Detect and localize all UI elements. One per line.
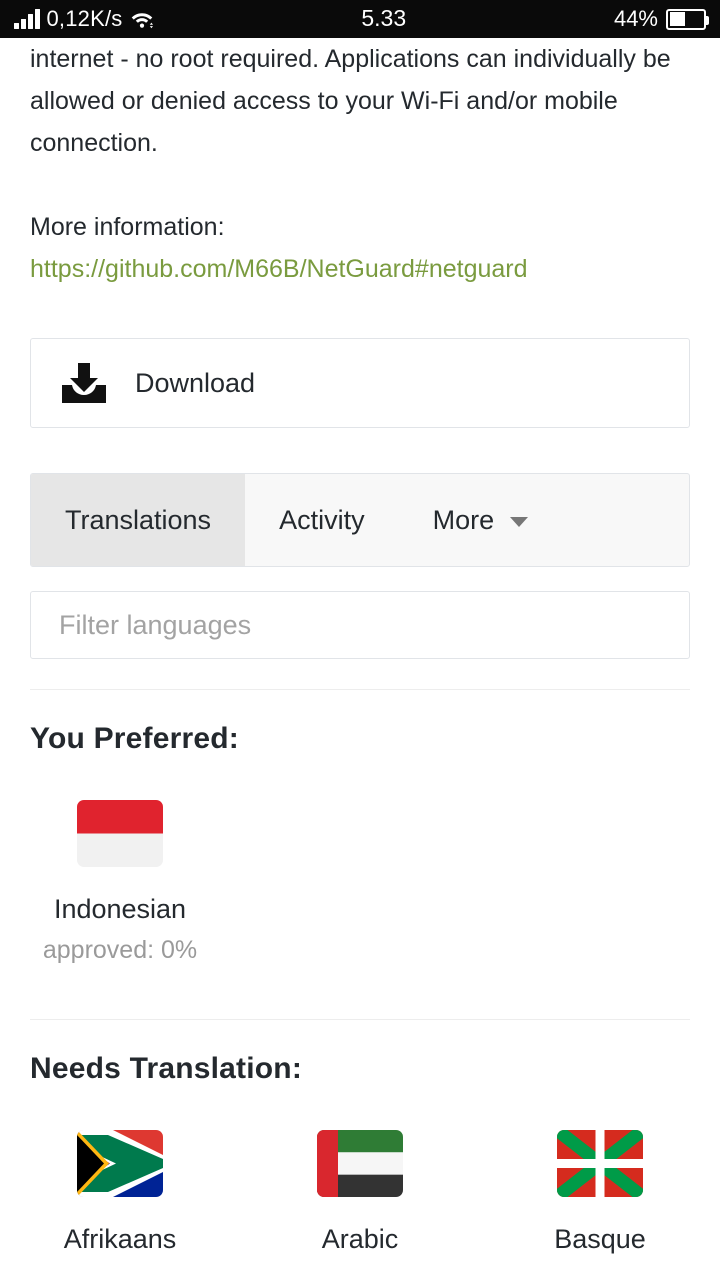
preferred-grid-filler-2	[480, 800, 720, 965]
tab-translations[interactable]: Translations	[31, 474, 246, 566]
battery-percent-label: 44%	[613, 6, 658, 31]
page-content: internet - no root required. Application…	[0, 38, 720, 1256]
description-paragraph: internet - no root required. Application…	[0, 38, 720, 164]
language-name: Indonesian	[53, 894, 187, 924]
needs-translation-section-title: Needs Translation:	[30, 1052, 303, 1086]
network-speed-label: 0,12K/s	[46, 6, 123, 31]
preferred-grid-filler-1	[240, 800, 480, 965]
language-item-basque[interactable]: Basque	[480, 1130, 720, 1255]
language-name: Basque	[554, 1224, 646, 1255]
language-item-arabic[interactable]: Arabic	[240, 1130, 480, 1255]
status-bar-left: 0,12K/s	[0, 8, 154, 30]
description-text: internet - no root required. Application…	[30, 45, 671, 157]
clock-label: 5.33	[361, 5, 407, 31]
signal-bars-icon	[14, 9, 40, 29]
filter-languages-input[interactable]	[30, 591, 690, 659]
language-item-afrikaans[interactable]: Afrikaans	[0, 1130, 240, 1255]
status-bar-center: 5.33	[154, 7, 614, 31]
language-name: Arabic	[321, 1224, 399, 1255]
needs-translation-language-grid: Afrikaans Arabic Basque	[0, 1130, 720, 1255]
status-bar: 0,12K/s 5.33 44%	[0, 0, 720, 38]
language-item-indonesian[interactable]: Indonesian approved: 0%	[0, 800, 240, 965]
flag-south-africa-icon	[77, 1130, 163, 1198]
tab-more-label: More	[432, 504, 495, 535]
more-information-label: More information:	[30, 213, 225, 241]
language-approval-status: approved: 0%	[42, 936, 198, 965]
download-button[interactable]: Download	[30, 338, 690, 428]
download-button-label: Download	[135, 367, 256, 398]
tab-activity-label: Activity	[279, 504, 365, 535]
flag-basque-country-icon	[557, 1130, 643, 1198]
battery-icon	[666, 8, 709, 30]
tab-translations-label: Translations	[65, 504, 212, 535]
filter-field-wrapper	[30, 591, 690, 659]
wifi-icon	[130, 9, 154, 29]
divider-preferred	[30, 689, 690, 690]
download-icon	[59, 361, 109, 405]
battery-fill	[669, 12, 686, 26]
tab-bar: Translations Activity More	[30, 473, 690, 567]
tab-more[interactable]: More	[399, 474, 563, 566]
tab-activity[interactable]: Activity	[245, 474, 399, 566]
divider-needs-translation	[30, 1019, 690, 1021]
flag-indonesia-icon	[77, 800, 163, 867]
flag-united-arab-emirates-icon	[317, 1130, 403, 1198]
project-url-link[interactable]: https://github.com/M66B/NetGuard#netguar…	[0, 248, 720, 290]
chevron-down-icon	[510, 517, 529, 527]
preferred-section-title: You Preferred:	[30, 722, 239, 755]
preferred-language-grid: Indonesian approved: 0%	[0, 800, 720, 965]
status-bar-right: 44%	[614, 8, 720, 30]
language-name: Afrikaans	[63, 1224, 177, 1255]
